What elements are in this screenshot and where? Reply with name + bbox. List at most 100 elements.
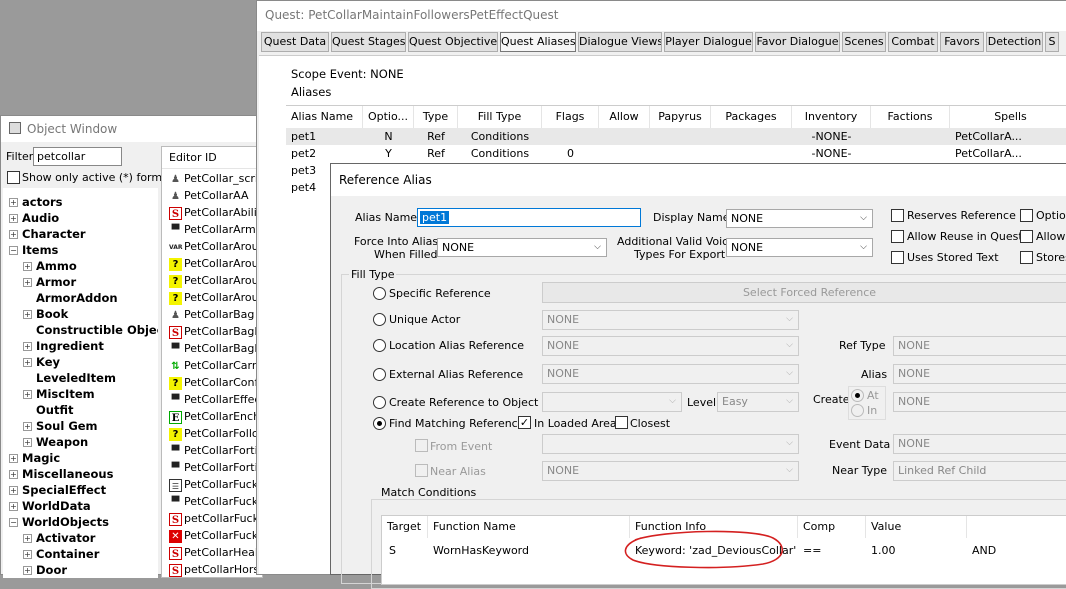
column-header[interactable]: Factions [871, 106, 950, 128]
expand-icon[interactable]: + [9, 486, 18, 495]
tab-quest-aliases[interactable]: Quest Aliases [500, 32, 576, 52]
expand-icon[interactable]: + [9, 230, 18, 239]
show-active-checkbox[interactable] [7, 171, 20, 184]
reserves-reference-checkbox[interactable] [891, 209, 904, 222]
list-item[interactable]: ? PetCollarArouse [169, 272, 262, 289]
expand-icon[interactable]: + [23, 422, 32, 431]
tree-item-character[interactable]: + Character [9, 226, 158, 242]
level-select[interactable]: Easy ⌵ [717, 392, 799, 412]
column-header[interactable]: Type [414, 106, 458, 128]
expand-icon[interactable]: + [23, 390, 32, 399]
list-item[interactable]: ♟ PetCollarBag [169, 306, 262, 323]
tree-item-items[interactable]: − Items [9, 242, 158, 258]
list-item[interactable]: SpetCollarHorsef [169, 561, 262, 577]
allow-reuse-checkbox[interactable] [891, 230, 904, 243]
allow-d-checkbox[interactable] [1020, 230, 1033, 243]
table-row[interactable]: pet1 N Ref Conditions -NONE- PetCollarA... [286, 128, 1066, 145]
list-item[interactable]: ? PetCollarArouse [169, 255, 262, 272]
list-item[interactable]: ▀ PetCollarArmorF [169, 221, 262, 238]
condition-column-header[interactable]: Function Name [428, 516, 630, 538]
collapse-icon[interactable]: − [9, 246, 18, 255]
tree-item-ingredient[interactable]: + Ingredient [9, 338, 158, 354]
from-event-select[interactable]: ⌵ [542, 434, 799, 454]
tab-scenes[interactable]: Scenes [842, 32, 886, 52]
expand-icon[interactable]: + [23, 358, 32, 367]
condition-column-header[interactable]: Comp [798, 516, 866, 538]
unique-actor-select[interactable]: NONE ⌵ [542, 310, 799, 330]
expand-icon[interactable]: + [23, 278, 32, 287]
external-alias-select[interactable]: NONE ⌵ [542, 364, 799, 384]
condition-column-header[interactable]: Value [866, 516, 967, 538]
column-header[interactable]: Packages [711, 106, 792, 128]
condition-column-header[interactable]: Target [382, 516, 428, 538]
reference-alias-titlebar[interactable]: Reference Alias [331, 164, 1066, 196]
tab-favor-dialogue[interactable]: Favor Dialogue [755, 32, 840, 52]
create-target-select[interactable]: NONE [893, 392, 1066, 412]
optional-checkbox[interactable] [1020, 209, 1033, 222]
list-item[interactable]: ▀ PetCollarBagRe [169, 340, 262, 357]
list-item[interactable]: ▀ PetCollarFuckto [169, 493, 262, 510]
tab-quest-data[interactable]: Quest Data [261, 32, 329, 52]
tree-item-constructible-object[interactable]: Constructible Object [9, 322, 158, 338]
tab-player-dialogue[interactable]: Player Dialogue [664, 32, 753, 52]
filter-input[interactable]: petcollar [33, 147, 122, 166]
tree-item-ammo[interactable]: + Ammo [9, 258, 158, 274]
list-item[interactable]: ♟ PetCollarAA [169, 187, 262, 204]
column-header[interactable]: Inventory [792, 106, 871, 128]
tree-item-audio[interactable]: + Audio [9, 210, 158, 226]
tree-item-actors[interactable]: + actors [9, 194, 158, 210]
tree-item-key[interactable]: + Key [9, 354, 158, 370]
create-in-radio[interactable] [851, 404, 864, 417]
tab-detection[interactable]: Detection [986, 32, 1043, 52]
tree-item-container[interactable]: + Container [9, 546, 158, 562]
quest-window-titlebar[interactable]: Quest: PetCollarMaintainFollowersPetEffe… [257, 1, 1066, 31]
expand-icon[interactable]: + [9, 470, 18, 479]
alias-select[interactable]: NONE [893, 364, 1066, 384]
editor-id-header[interactable]: Editor ID [162, 147, 262, 169]
display-name-select[interactable]: NONE ⌵ [726, 209, 873, 228]
column-header[interactable]: Alias Name [286, 106, 363, 128]
list-item[interactable]: ? PetCollarFollow [169, 425, 262, 442]
expand-icon[interactable]: + [23, 342, 32, 351]
object-window-titlebar[interactable]: Object Window [1, 116, 261, 142]
column-header[interactable]: Flags [542, 106, 599, 128]
list-item[interactable]: ✕ PetCollarFuckto [169, 527, 262, 544]
voice-types-select[interactable]: NONE ⌵ [726, 238, 873, 257]
tree-item-book[interactable]: + Book [9, 306, 158, 322]
tree-item-weapon[interactable]: + Weapon [9, 434, 158, 450]
from-event-checkbox[interactable] [415, 439, 428, 452]
near-alias-checkbox[interactable] [415, 464, 428, 477]
in-loaded-area-checkbox[interactable]: ✓ [518, 416, 531, 429]
list-item[interactable]: E PetCollarEnch [169, 408, 262, 425]
expand-icon[interactable]: + [9, 502, 18, 511]
list-item[interactable]: ▀ PetCollarEffect [169, 391, 262, 408]
expand-icon[interactable]: + [23, 534, 32, 543]
create-at-radio[interactable] [851, 389, 864, 402]
list-item[interactable]: ♟ PetCollar_script [169, 170, 262, 187]
expand-icon[interactable]: + [23, 438, 32, 447]
column-header[interactable]: Optio... [363, 106, 414, 128]
tab-s[interactable]: S [1045, 32, 1059, 52]
tree-item-activator[interactable]: + Activator [9, 530, 158, 546]
column-header[interactable]: Allow [599, 106, 650, 128]
location-alias-select[interactable]: NONE ⌵ [542, 336, 799, 356]
expand-icon[interactable]: + [23, 310, 32, 319]
external-alias-radio[interactable] [373, 368, 386, 381]
expand-icon[interactable]: + [23, 262, 32, 271]
list-item[interactable]: ⇅ PetCollarCarryW [169, 357, 262, 374]
tree-item-miscitem[interactable]: + MiscItem [9, 386, 158, 402]
tab-dialogue-views[interactable]: Dialogue Views [578, 32, 662, 52]
location-alias-radio[interactable] [373, 339, 386, 352]
tab-quest-stages[interactable]: Quest Stages [331, 32, 406, 52]
alias-name-input[interactable]: pet1 [417, 208, 641, 227]
list-item[interactable]: ☰ PetCollarFuckF [169, 476, 262, 493]
tree-item-outfit[interactable]: Outfit [9, 402, 158, 418]
tree-item-worlddata[interactable]: + WorldData [9, 498, 158, 514]
specific-reference-radio[interactable] [373, 287, 386, 300]
table-row[interactable]: pet2 Y Ref Conditions 0 -NONE- PetCollarA... [286, 145, 1066, 162]
near-alias-select[interactable]: NONE ⌵ [542, 461, 799, 481]
condition-column-header[interactable] [967, 516, 1066, 538]
tree-item-soul-gem[interactable]: + Soul Gem [9, 418, 158, 434]
list-item[interactable]: SpetCollarFuckto [169, 510, 262, 527]
tree-item-leveleditem[interactable]: LeveledItem [9, 370, 158, 386]
